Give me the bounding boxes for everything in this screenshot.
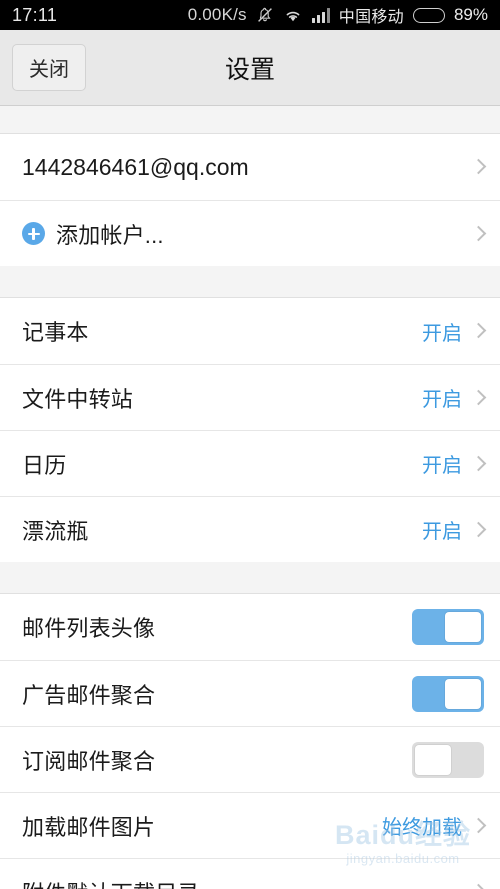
row-accessory: 始终加载: [382, 811, 484, 840]
navigation-bar: 关闭 设置: [0, 30, 500, 106]
list-item-ad-mail-group[interactable]: 广告邮件聚合: [0, 660, 500, 726]
load-mail-images-label: 加载邮件图片: [22, 814, 156, 840]
mail-list-avatar-toggle[interactable]: [412, 609, 484, 645]
mail-list-avatar-label: 邮件列表头像: [22, 616, 156, 641]
chevron-right-icon: [472, 224, 484, 244]
chevron-right-icon: [472, 520, 484, 540]
list-item-calendar[interactable]: 日历 开启: [0, 430, 500, 496]
wifi-icon: [283, 7, 303, 23]
list-item-add-account[interactable]: 添加帐户...: [0, 200, 500, 266]
row-accessory: 开启: [422, 317, 484, 346]
list-item-subscription-mail-group[interactable]: 订阅邮件聚合: [0, 726, 500, 792]
subscription-mail-group-toggle[interactable]: [412, 741, 484, 778]
chevron-right-icon: [472, 816, 484, 836]
notepad-value: 开启: [422, 322, 462, 345]
row-accessory: [412, 741, 484, 778]
list-item-file-transfer[interactable]: 文件中转站 开启: [0, 364, 500, 430]
phone-screen: 17:11 0.00K/s 中国移动 89% 关闭 设置 1442846461@…: [0, 0, 500, 889]
list-item-load-mail-images[interactable]: 加载邮件图片 始终加载: [0, 792, 500, 858]
close-button[interactable]: 关闭: [12, 44, 86, 91]
row-accessory: [412, 609, 484, 645]
ad-mail-group-label: 广告邮件聚合: [22, 682, 156, 708]
section-gap: [0, 266, 500, 298]
status-icons: 0.00K/s 中国移动 89%: [188, 3, 488, 27]
list-item-account-email[interactable]: 1442846461@qq.com: [0, 134, 500, 200]
drift-bottle-value: 开启: [422, 521, 462, 543]
calendar-value: 开启: [422, 455, 462, 477]
row-accessory: 开启: [422, 383, 484, 412]
row-accessory: 开启: [422, 515, 484, 544]
attachment-download-dir-label: 附件默认下载目录: [22, 876, 200, 889]
account-email-label: 1442846461@qq.com: [22, 153, 249, 180]
subscription-mail-group-label: 订阅邮件聚合: [22, 748, 156, 774]
chevron-right-icon: [472, 321, 484, 341]
battery-icon: [412, 7, 445, 23]
ad-mail-group-toggle[interactable]: [412, 675, 484, 712]
file-transfer-value: 开启: [422, 389, 462, 411]
row-accessory: 开启: [422, 449, 484, 478]
signal-icon: [311, 7, 330, 23]
add-account-label: 添加帐户...: [56, 222, 164, 248]
list-item-drift-bottle[interactable]: 漂流瓶 开启: [0, 496, 500, 562]
battery-percent: 89%: [453, 5, 488, 24]
chevron-right-icon: [472, 454, 484, 474]
row-accessory: [472, 882, 484, 889]
settings-group-accounts: 1442846461@qq.com 添加帐户...: [0, 134, 500, 266]
chevron-right-icon: [472, 882, 484, 889]
settings-group-features: 记事本 开启 文件中转站 开启 日历 开启 漂流瓶 开启: [0, 298, 500, 562]
row-accessory: [472, 224, 484, 244]
list-item-attachment-download-dir[interactable]: 附件默认下载目录: [0, 858, 500, 889]
network-speed: 0.00K/s: [187, 5, 247, 24]
calendar-label: 日历: [22, 452, 67, 478]
file-transfer-label: 文件中转站: [22, 386, 134, 412]
row-accessory: [472, 157, 484, 177]
notepad-label: 记事本: [22, 320, 89, 345]
chevron-right-icon: [472, 157, 484, 177]
carrier-label: 中国移动: [338, 9, 404, 26]
section-gap: [0, 562, 500, 594]
list-item-mail-list-avatar[interactable]: 邮件列表头像: [0, 594, 500, 660]
plus-circle-icon: [22, 222, 45, 245]
settings-list: 1442846461@qq.com 添加帐户... 记事本 开启 文件中转站 开…: [0, 106, 500, 889]
settings-group-mail-options: 邮件列表头像 广告邮件聚合 订阅邮件聚合 加载邮件图片 始终加载: [0, 594, 500, 889]
status-bar: 17:11 0.00K/s 中国移动 89%: [0, 0, 500, 30]
section-gap: [0, 106, 500, 134]
list-item-notepad[interactable]: 记事本 开启: [0, 298, 500, 364]
status-time: 17:11: [12, 4, 58, 25]
row-accessory: [412, 675, 484, 712]
load-mail-images-value: 始终加载: [382, 817, 462, 839]
chevron-right-icon: [472, 388, 484, 408]
bell-muted-icon: [256, 6, 274, 24]
drift-bottle-label: 漂流瓶: [22, 518, 89, 544]
